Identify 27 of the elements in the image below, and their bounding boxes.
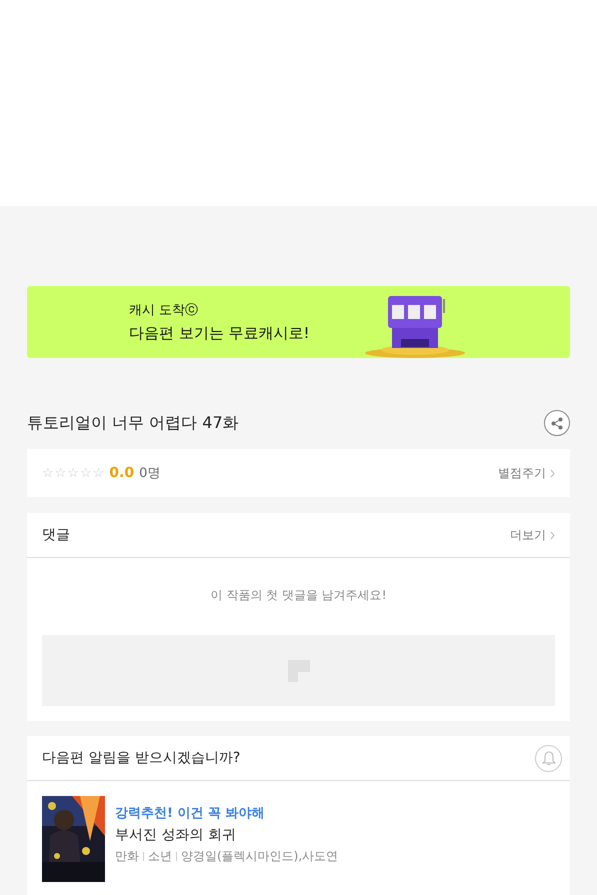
- recommendation-item[interactable]: 강력추천! 이건 꼭 봐야해 부서진 성좌의 회귀 만화 소년 양경일(플렉시마인드),사도연: [27, 781, 570, 895]
- rate-link[interactable]: 별점주기: [498, 464, 555, 482]
- chevron-icon: [550, 530, 555, 540]
- recommendation-tag: 강력추천! 이건 꼭 봐야해: [115, 804, 338, 822]
- star-icon[interactable]: ☆: [54, 466, 66, 480]
- comments-title: 댓글: [42, 526, 70, 544]
- cash-banner[interactable]: 캐시 도착ⓒ 다음편 보기는 무료캐시로!: [27, 286, 570, 358]
- alert-question: 다음편 알림을 받으시겠습니까?: [42, 749, 240, 767]
- bell-icon: [542, 750, 556, 766]
- star-icon[interactable]: ☆: [80, 466, 92, 480]
- comic-meta: 소년: [148, 848, 172, 865]
- episode-title: 튜토리얼이 너무 어렵다 47화: [27, 412, 239, 434]
- comic-meta: 양경일(플렉시마인드),사도연: [181, 848, 338, 865]
- more-link[interactable]: 더보기: [510, 526, 555, 544]
- chevron-icon: [550, 468, 555, 478]
- star-icon[interactable]: ☆: [92, 466, 104, 480]
- share-button[interactable]: [544, 410, 570, 436]
- banner-subtitle: 다음편 보기는 무료캐시로!: [129, 324, 310, 343]
- star-icon[interactable]: ☆: [67, 466, 79, 480]
- star-icon[interactable]: ☆: [42, 466, 54, 480]
- banner-title: 캐시 도착ⓒ: [129, 302, 200, 319]
- rating-score: 0.0: [109, 465, 134, 481]
- rating-count: 0명: [139, 465, 160, 482]
- empty-comments-message: 이 작품의 첫 댓글을 남겨주세요!: [210, 588, 387, 602]
- share-icon: [551, 416, 563, 430]
- comic-title: 부서진 성좌의 회귀: [115, 826, 237, 844]
- comic-meta: 만화: [115, 848, 139, 865]
